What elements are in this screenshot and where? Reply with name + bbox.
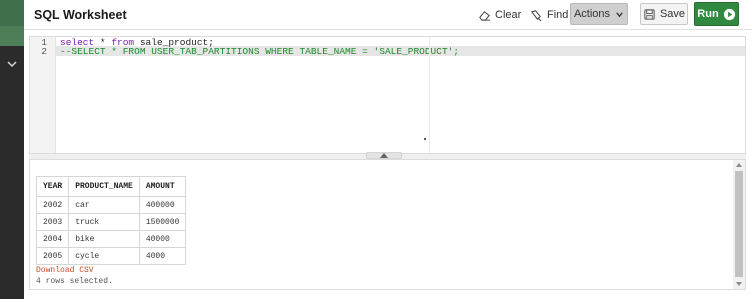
save-icon xyxy=(644,8,655,20)
worksheet-header: SQL Worksheet Clear Find Actions Save Ru… xyxy=(24,0,752,30)
table-cell: 2003 xyxy=(35,213,70,231)
table-header-row: YEAR PRODUCT_NAME AMOUNT xyxy=(35,176,187,197)
print-margin xyxy=(429,37,430,153)
results-scrollbar[interactable] xyxy=(733,160,745,289)
table-row: 2002 car 400000 xyxy=(35,196,187,214)
row-count-status: 4 rows selected. xyxy=(36,277,113,286)
splitter-handle[interactable] xyxy=(366,152,402,159)
rail-highlight xyxy=(0,26,24,46)
left-rail xyxy=(0,0,24,299)
chevron-down-icon xyxy=(616,11,623,17)
editor-marker xyxy=(424,138,426,140)
results-panel: YEAR PRODUCT_NAME AMOUNT 2002 car 400000… xyxy=(29,159,746,290)
run-label: Run xyxy=(697,8,719,20)
clear-label: Clear xyxy=(495,9,522,21)
chevron-down-icon[interactable] xyxy=(6,58,18,70)
chevron-up-icon xyxy=(380,153,388,158)
run-button[interactable]: Run xyxy=(694,2,739,26)
sql-editor[interactable]: 1 2 select * from sale_product; --SELECT… xyxy=(29,36,746,154)
column-header: YEAR xyxy=(35,176,70,197)
play-circle-icon xyxy=(723,8,735,20)
table-cell: bike xyxy=(68,230,140,248)
table-cell: car xyxy=(68,196,140,214)
table-row: 2005 cycle 4000 xyxy=(35,247,187,265)
column-header: PRODUCT_NAME xyxy=(68,176,140,197)
results-table: YEAR PRODUCT_NAME AMOUNT 2002 car 400000… xyxy=(35,176,187,265)
flashlight-icon xyxy=(530,9,542,21)
table-row: 2003 truck 1500000 xyxy=(35,213,187,231)
save-label: Save xyxy=(659,8,686,20)
line-number-gutter: 1 2 xyxy=(30,37,56,153)
scrollbar-thumb[interactable] xyxy=(735,171,743,277)
table-row: 2004 bike 40000 xyxy=(35,230,187,248)
table-cell: 1500000 xyxy=(138,213,187,231)
find-button[interactable]: Find xyxy=(530,6,568,24)
table-cell: 2002 xyxy=(35,196,70,214)
table-cell: 40000 xyxy=(138,230,187,248)
save-button[interactable]: Save xyxy=(640,3,688,25)
eraser-icon xyxy=(479,10,491,21)
page-title: SQL Worksheet xyxy=(34,8,127,22)
table-cell: 400000 xyxy=(138,196,187,214)
clear-button[interactable]: Clear xyxy=(478,6,521,24)
table-cell: 2004 xyxy=(35,230,70,248)
table-cell: truck xyxy=(68,213,140,231)
table-cell: cycle xyxy=(68,247,140,265)
code-line-comment[interactable]: --SELECT * FROM USER_TAB_PARTITIONS WHER… xyxy=(60,46,459,57)
scroll-up-arrow-icon[interactable] xyxy=(736,163,742,167)
scroll-down-arrow-icon[interactable] xyxy=(736,282,742,286)
download-csv-link[interactable]: Download CSV xyxy=(36,266,94,275)
table-cell: 4000 xyxy=(138,247,187,265)
column-header: AMOUNT xyxy=(138,176,187,197)
actions-label: Actions xyxy=(573,8,611,20)
table-cell: 2005 xyxy=(35,247,70,265)
find-label: Find xyxy=(547,9,569,21)
actions-menu-button[interactable]: Actions xyxy=(570,3,628,25)
line-number: 2 xyxy=(41,46,47,57)
